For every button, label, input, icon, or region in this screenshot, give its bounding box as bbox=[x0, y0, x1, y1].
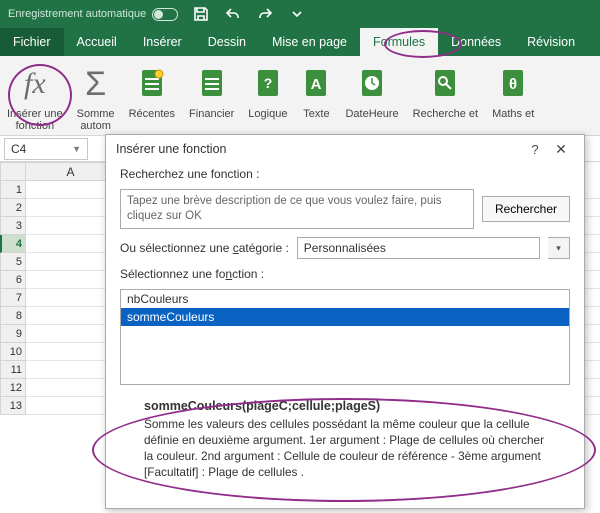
dialog-title: Insérer une fonction bbox=[116, 142, 227, 156]
text-label: Texte bbox=[303, 108, 329, 120]
math-icon: θ bbox=[498, 66, 528, 102]
autosave-toggle[interactable]: Enregistrement automatique bbox=[8, 8, 178, 21]
undo-icon[interactable] bbox=[224, 5, 242, 23]
function-description-block: sommeCouleurs(plageC;cellule;plageS) Som… bbox=[120, 393, 570, 481]
ribbon-tabs: Fichier Accueil Insérer Dessin Mise en p… bbox=[0, 28, 600, 56]
math-label: Maths et bbox=[492, 108, 534, 120]
category-combo[interactable]: Personnalisées bbox=[297, 237, 540, 259]
toggle-off-icon bbox=[152, 8, 178, 21]
math-button[interactable]: θ Maths et bbox=[485, 60, 541, 120]
name-box[interactable]: C4 ▼ bbox=[4, 138, 88, 160]
autosave-label: Enregistrement automatique bbox=[8, 8, 146, 20]
row-header[interactable]: 2 bbox=[0, 199, 26, 217]
svg-text:?: ? bbox=[264, 75, 273, 91]
recent-button[interactable]: Récentes bbox=[122, 60, 182, 120]
functions-listbox[interactable]: nbCouleurs sommeCouleurs bbox=[120, 289, 570, 385]
svg-text:A: A bbox=[311, 76, 322, 93]
search-label: Recherchez une fonction : bbox=[120, 167, 570, 181]
tab-formulas[interactable]: Formules bbox=[360, 28, 438, 56]
tab-draw[interactable]: Dessin bbox=[195, 28, 259, 56]
recent-label: Récentes bbox=[129, 108, 175, 120]
dialog-titlebar[interactable]: Insérer une fonction ? ✕ bbox=[106, 135, 584, 163]
datetime-button[interactable]: DateHeure bbox=[338, 60, 405, 120]
tab-insert[interactable]: Insérer bbox=[130, 28, 195, 56]
search-button[interactable]: Rechercher bbox=[482, 196, 570, 222]
text-button[interactable]: A Texte bbox=[294, 60, 338, 120]
insert-function-dialog: Insérer une fonction ? ✕ Recherchez une … bbox=[105, 134, 585, 509]
sigma-icon: Σ bbox=[85, 65, 106, 104]
function-signature: sommeCouleurs(plageC;cellule;plageS) bbox=[144, 399, 546, 413]
category-value: Personnalisées bbox=[304, 241, 386, 255]
row-header[interactable]: 12 bbox=[0, 379, 26, 397]
category-label: Ou sélectionnez une catégorie : bbox=[120, 241, 289, 255]
financial-button[interactable]: Financier bbox=[182, 60, 241, 120]
row-header[interactable]: 1 bbox=[0, 181, 26, 199]
row-header-active[interactable]: 4 bbox=[0, 235, 26, 253]
close-button[interactable]: ✕ bbox=[548, 141, 574, 158]
row-header[interactable]: 9 bbox=[0, 325, 26, 343]
ribbon: fx Insérer une fonction Σ Somme autom Ré… bbox=[0, 56, 600, 136]
row-header[interactable]: 6 bbox=[0, 271, 26, 289]
svg-text:θ: θ bbox=[509, 76, 517, 93]
redo-icon[interactable] bbox=[256, 5, 274, 23]
row-header[interactable]: 10 bbox=[0, 343, 26, 361]
row-header[interactable]: 11 bbox=[0, 361, 26, 379]
financial-icon bbox=[197, 66, 227, 102]
text-icon: A bbox=[301, 66, 331, 102]
row-header[interactable]: 7 bbox=[0, 289, 26, 307]
row-header[interactable]: 3 bbox=[0, 217, 26, 235]
combo-dropdown-button[interactable]: ▾ bbox=[548, 237, 570, 259]
tab-layout[interactable]: Mise en page bbox=[259, 28, 360, 56]
lookup-icon bbox=[430, 66, 460, 102]
save-icon[interactable] bbox=[192, 5, 210, 23]
row-header[interactable]: 5 bbox=[0, 253, 26, 271]
list-item[interactable]: nbCouleurs bbox=[121, 290, 569, 308]
row-header[interactable]: 8 bbox=[0, 307, 26, 325]
col-header-a[interactable]: A bbox=[26, 162, 116, 181]
qat-customize-icon[interactable] bbox=[288, 5, 306, 23]
clock-icon bbox=[357, 66, 387, 102]
row-headers: 1 2 3 4 5 6 7 8 9 10 11 12 13 bbox=[0, 181, 26, 415]
list-item-selected[interactable]: sommeCouleurs bbox=[121, 308, 569, 326]
title-bar: Enregistrement automatique bbox=[0, 0, 600, 28]
chevron-down-icon: ▾ bbox=[556, 243, 561, 254]
recent-icon bbox=[137, 66, 167, 102]
lookup-label: Recherche et bbox=[413, 108, 478, 120]
function-description: Somme les valeurs des cellules possédant… bbox=[144, 417, 546, 481]
lookup-button[interactable]: Recherche et bbox=[406, 60, 485, 120]
logical-label: Logique bbox=[248, 108, 287, 120]
tab-home[interactable]: Accueil bbox=[64, 28, 130, 56]
autosum-button[interactable]: Σ Somme autom bbox=[70, 60, 122, 132]
help-button[interactable]: ? bbox=[522, 142, 548, 157]
autosum-label: Somme autom bbox=[77, 108, 115, 132]
datetime-label: DateHeure bbox=[345, 108, 398, 120]
tab-data[interactable]: Données bbox=[438, 28, 514, 56]
select-all-corner[interactable] bbox=[0, 162, 26, 181]
logical-icon: ? bbox=[253, 66, 283, 102]
row-header[interactable]: 13 bbox=[0, 397, 26, 415]
chevron-down-icon: ▼ bbox=[72, 144, 81, 154]
tab-review[interactable]: Révision bbox=[514, 28, 588, 56]
fx-icon: fx bbox=[24, 67, 46, 101]
logical-button[interactable]: ? Logique bbox=[241, 60, 294, 120]
tab-file[interactable]: Fichier bbox=[0, 28, 64, 56]
insert-function-label: Insérer une fonction bbox=[7, 108, 63, 132]
financial-label: Financier bbox=[189, 108, 234, 120]
search-input[interactable]: Tapez une brève description de ce que vo… bbox=[120, 189, 474, 229]
name-box-value: C4 bbox=[11, 142, 26, 156]
insert-function-button[interactable]: fx Insérer une fonction bbox=[0, 60, 70, 132]
functions-label: Sélectionnez une fonction : bbox=[120, 267, 570, 281]
